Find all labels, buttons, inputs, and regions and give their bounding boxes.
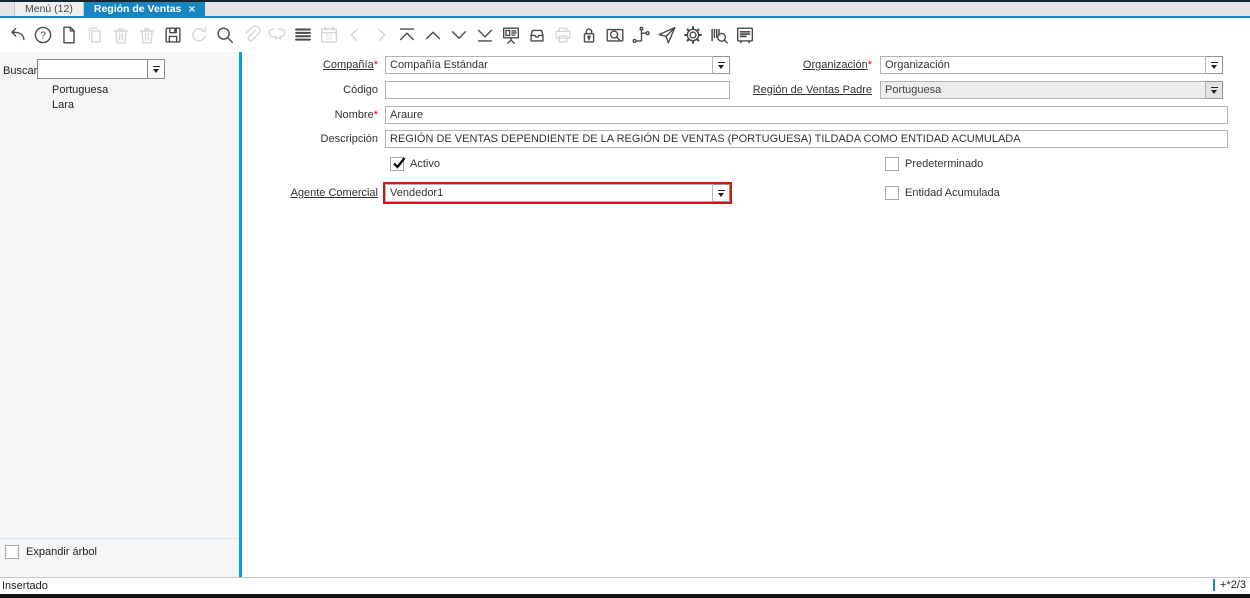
zoom-across-icon[interactable] — [602, 22, 628, 48]
codigo-label: Código — [343, 84, 378, 96]
send-icon[interactable] — [654, 22, 680, 48]
nombre-input[interactable]: Araure — [385, 106, 1228, 124]
help-icon[interactable]: ? — [30, 22, 56, 48]
save-icon[interactable] — [160, 22, 186, 48]
agente-comercial-dropdown-button[interactable] — [713, 184, 730, 202]
tree-item[interactable]: Portuguesa — [52, 83, 108, 98]
agente-comercial-value[interactable]: Vendedor1 — [385, 184, 713, 202]
copy-record-icon — [82, 22, 108, 48]
calendar-icon: 31 — [316, 22, 342, 48]
expand-tree-row: Expandir árbol — [5, 545, 97, 559]
region-padre-label[interactable]: Región de Ventas Padre — [682, 81, 872, 99]
activo-label: Activo — [410, 158, 440, 170]
compania-combobox[interactable]: Compañía Estándar — [385, 56, 730, 74]
close-tab-icon[interactable]: × — [188, 3, 195, 15]
svg-text:31: 31 — [325, 34, 333, 41]
predeterminado-checkbox[interactable] — [885, 157, 899, 171]
lock-icon[interactable] — [576, 22, 602, 48]
undo-icon[interactable] — [4, 22, 30, 48]
tab-bar: Menú (12) Región de Ventas × — [0, 2, 1250, 18]
codigo-input[interactable] — [385, 81, 730, 99]
svg-text:?: ? — [40, 31, 46, 42]
tree-footer-divider — [0, 538, 239, 539]
nav-right-icon — [368, 22, 394, 48]
descripcion-label: Descripción — [320, 133, 378, 145]
tab-menu[interactable]: Menú (12) — [14, 2, 84, 16]
expand-tree-label: Expandir árbol — [26, 546, 97, 558]
activo-checkbox[interactable] — [390, 157, 406, 171]
compania-value[interactable]: Compañía Estándar — [385, 56, 713, 74]
dropdown-arrow-icon — [152, 65, 160, 67]
search-input[interactable] — [38, 60, 147, 78]
toolbar: ? 31 — [0, 18, 1250, 52]
tree-panel: Buscar: Portuguesa Lara Expandir árbol — [0, 52, 239, 577]
search-dropdown-button[interactable] — [147, 60, 164, 78]
region-padre-value: Portuguesa — [880, 81, 1206, 99]
new-record-icon[interactable] — [56, 22, 82, 48]
organizacion-value[interactable]: Organización — [880, 56, 1206, 74]
chat-icon — [264, 22, 290, 48]
entidad-acumulada-label: Entidad Acumulada — [905, 187, 1000, 199]
tab-menu-label: Menú (12) — [25, 3, 73, 15]
previous-record-icon[interactable] — [420, 22, 446, 48]
status-bar: Insertado +*2/3 — [0, 577, 1250, 594]
next-record-icon[interactable] — [446, 22, 472, 48]
organizacion-label[interactable]: Organización* — [682, 56, 872, 74]
organizacion-dropdown-button[interactable] — [1206, 56, 1223, 74]
sales-region-window: Menú (12) Región de Ventas × ? 31 Buscar:… — [0, 0, 1250, 598]
organizacion-combobox[interactable]: Organización — [880, 56, 1223, 74]
agente-comercial-label[interactable]: Agente Comercial — [242, 184, 378, 202]
print-icon — [550, 22, 576, 48]
workflow-icon[interactable] — [628, 22, 654, 48]
delete-selection-icon — [134, 22, 160, 48]
descripcion-input[interactable]: REGIÓN DE VENTAS DEPENDIENTE DE LA REGIÓ… — [385, 130, 1228, 148]
quick-form-icon[interactable] — [732, 22, 758, 48]
settings-icon[interactable] — [680, 22, 706, 48]
predeterminado-label: Predeterminado — [905, 158, 984, 170]
agente-comercial-combobox[interactable]: Vendedor1 — [383, 182, 732, 204]
report-icon[interactable] — [498, 22, 524, 48]
expand-tree-checkbox[interactable] — [5, 545, 19, 559]
search-combobox[interactable] — [37, 59, 165, 79]
status-text: Insertado — [2, 580, 48, 592]
first-record-icon[interactable] — [394, 22, 420, 48]
record-indicator: +*2/3 — [1220, 579, 1246, 591]
compania-label[interactable]: Compañía* — [242, 56, 378, 74]
region-padre-dropdown-button — [1206, 81, 1223, 99]
entidad-acumulada-checkbox[interactable] — [885, 186, 899, 200]
tree-item[interactable]: Lara — [52, 98, 108, 113]
grid-toggle-icon[interactable] — [290, 22, 316, 48]
window-bottom-strip — [0, 594, 1250, 598]
find-icon[interactable] — [212, 22, 238, 48]
delete-record-icon — [108, 22, 134, 48]
archive-icon[interactable] — [524, 22, 550, 48]
record-form: Compañía* Compañía Estándar Organización… — [242, 52, 1250, 577]
nombre-label: Nombre* — [334, 109, 378, 121]
refresh-icon — [186, 22, 212, 48]
search-label: Buscar: — [3, 65, 41, 77]
region-padre-combobox: Portuguesa — [880, 81, 1223, 99]
tree: Portuguesa Lara — [52, 83, 108, 113]
product-info-icon[interactable] — [706, 22, 732, 48]
nav-left-icon — [342, 22, 368, 48]
tab-region-label: Región de Ventas — [93, 3, 182, 15]
last-record-icon[interactable] — [472, 22, 498, 48]
tab-region-de-ventas[interactable]: Región de Ventas × — [83, 2, 206, 16]
status-separator — [1213, 579, 1215, 591]
attachment-icon — [238, 22, 264, 48]
